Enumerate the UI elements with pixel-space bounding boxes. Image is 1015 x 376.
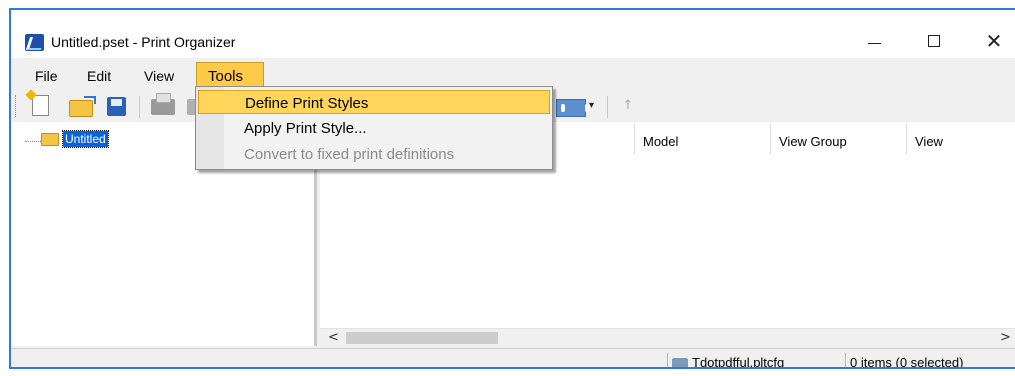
- view-mode-icon[interactable]: [556, 99, 589, 117]
- menu-item-apply-print-style[interactable]: Apply Print Style...: [198, 116, 550, 140]
- menu-tools[interactable]: Tools: [196, 62, 264, 88]
- column-header-view-group[interactable]: View Group: [771, 122, 907, 154]
- maximize-icon: [928, 35, 940, 47]
- print-organizer-window: Untitled.pset - Print Organizer ✕ File E…: [9, 8, 1015, 369]
- status-printer-driver: Tdotpdfful.pltcfg: [667, 353, 843, 369]
- toolbar-separator: [607, 96, 608, 118]
- column-header-view[interactable]: View: [907, 122, 1015, 154]
- scroll-right-arrow-icon[interactable]: >: [1000, 330, 1011, 345]
- menu-bar: File Edit View Tools: [11, 62, 1015, 88]
- print-icon[interactable]: [151, 93, 175, 115]
- maximize-button[interactable]: [911, 24, 957, 58]
- toolbar-separator: [139, 96, 140, 118]
- scroll-left-arrow-icon[interactable]: <: [328, 330, 339, 345]
- column-header-model[interactable]: Model: [635, 122, 771, 154]
- window-title: Untitled.pset - Print Organizer: [51, 34, 236, 50]
- printer-driver-label: Tdotpdfful.pltcfg: [692, 355, 785, 369]
- printer-driver-icon: [672, 357, 688, 367]
- menu-view[interactable]: View: [144, 68, 174, 84]
- tools-dropdown-menu: Define Print Styles Apply Print Style...…: [195, 86, 553, 170]
- menu-item-convert-fixed-print-definitions: Convert to fixed print definitions: [244, 146, 455, 163]
- tree-item-untitled[interactable]: Untitled: [62, 130, 109, 148]
- title-bar: Untitled.pset - Print Organizer ✕: [11, 10, 1015, 58]
- toolbar-grip[interactable]: [15, 95, 18, 117]
- open-folder-icon[interactable]: [69, 96, 96, 117]
- save-icon[interactable]: [107, 97, 126, 116]
- move-up-icon[interactable]: ↑: [618, 98, 638, 116]
- scrollbar-thumb[interactable]: [346, 332, 498, 344]
- menu-item-define-print-styles[interactable]: Define Print Styles: [198, 90, 550, 114]
- chevron-down-icon[interactable]: ▾: [589, 100, 594, 111]
- status-selection-count: 0 items (0 selected): [845, 353, 1015, 367]
- minimize-icon: [867, 42, 881, 44]
- print-organizer-app-icon: [25, 34, 44, 51]
- close-button[interactable]: ✕: [971, 24, 1015, 58]
- minimize-button[interactable]: [851, 24, 897, 58]
- menu-file[interactable]: File: [35, 68, 58, 84]
- close-icon: ✕: [985, 29, 1003, 53]
- horizontal-scrollbar[interactable]: < >: [320, 328, 1015, 346]
- new-file-icon[interactable]: [32, 95, 49, 116]
- menu-edit[interactable]: Edit: [87, 68, 111, 84]
- folder-icon: [41, 133, 59, 146]
- status-bar: Tdotpdfful.pltcfg 0 items (0 selected): [11, 348, 1015, 369]
